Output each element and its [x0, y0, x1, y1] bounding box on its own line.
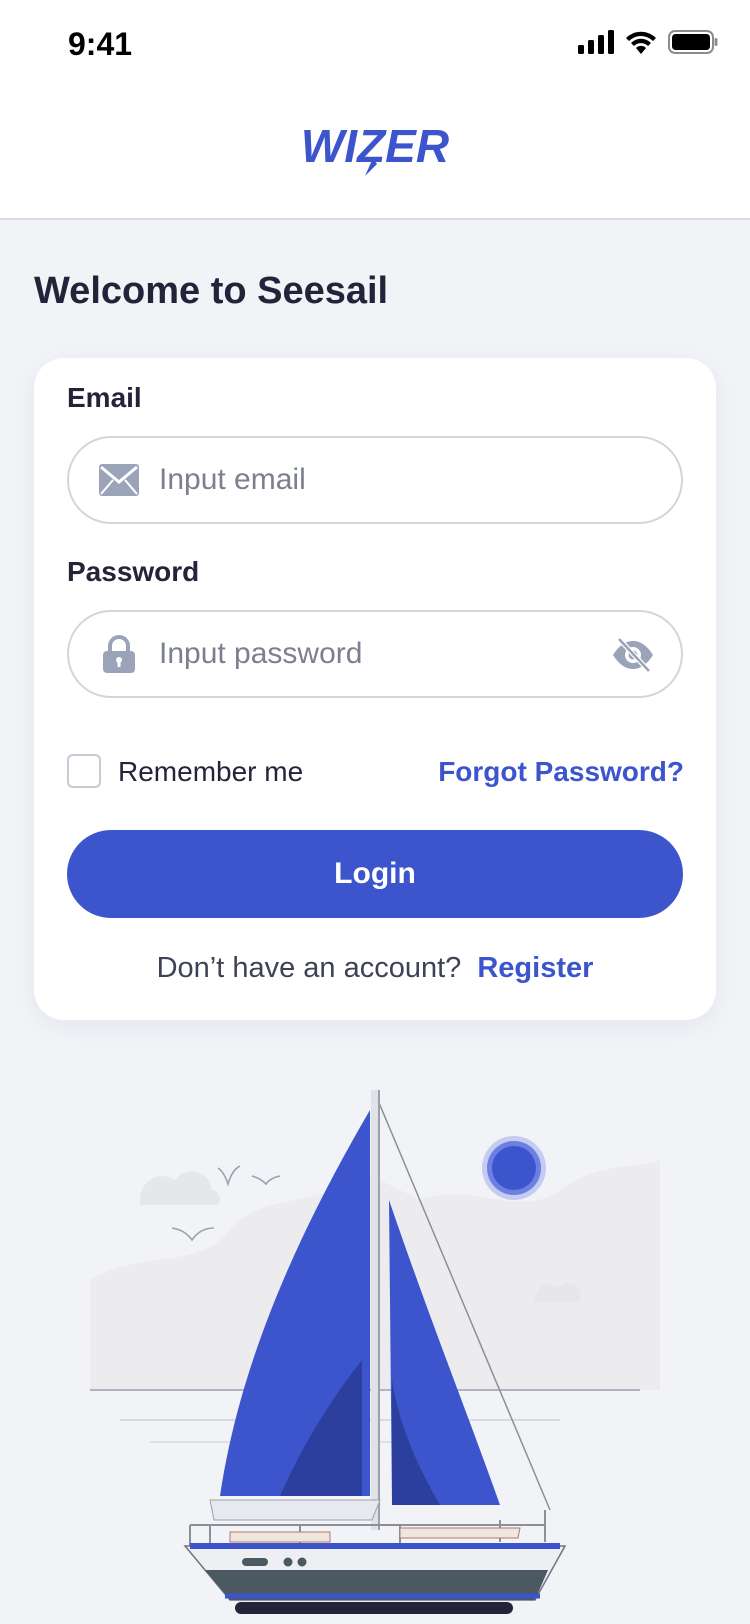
login-card: Email Password Remember me Forgot Passwo… [34, 358, 716, 1020]
signal-icon [578, 30, 614, 54]
password-label: Password [67, 556, 200, 587]
remember-me-checkbox[interactable] [67, 754, 101, 788]
mast [371, 1090, 379, 1530]
remember-me-label: Remember me [118, 756, 304, 787]
page-title: Welcome to Seesail [34, 270, 389, 312]
login-button[interactable]: Login [67, 830, 683, 918]
register-prompt: Don’t have an account? [156, 952, 462, 984]
status-time: 9:41 [68, 26, 133, 62]
email-field-wrapper [67, 436, 683, 524]
wizer-logo: WIZER [301, 120, 449, 176]
eye-off-icon[interactable] [611, 636, 655, 674]
register-row: Don’t have an account? Register [34, 952, 716, 985]
email-label: Email [67, 382, 142, 413]
email-input[interactable] [159, 438, 589, 522]
sailboat-illustration [90, 1090, 660, 1614]
status-icons [578, 30, 718, 54]
wifi-icon [626, 31, 656, 54]
register-link[interactable]: Register [477, 952, 593, 984]
password-input[interactable] [159, 612, 589, 696]
forgot-password-link[interactable]: Forgot Password? [438, 756, 684, 788]
lock-icon [103, 635, 135, 673]
battery-icon [668, 30, 718, 54]
app-header: WIZER [0, 88, 750, 220]
password-field-wrapper [67, 610, 683, 698]
status-bar: 9:41 [0, 0, 750, 88]
envelope-icon [99, 464, 139, 496]
